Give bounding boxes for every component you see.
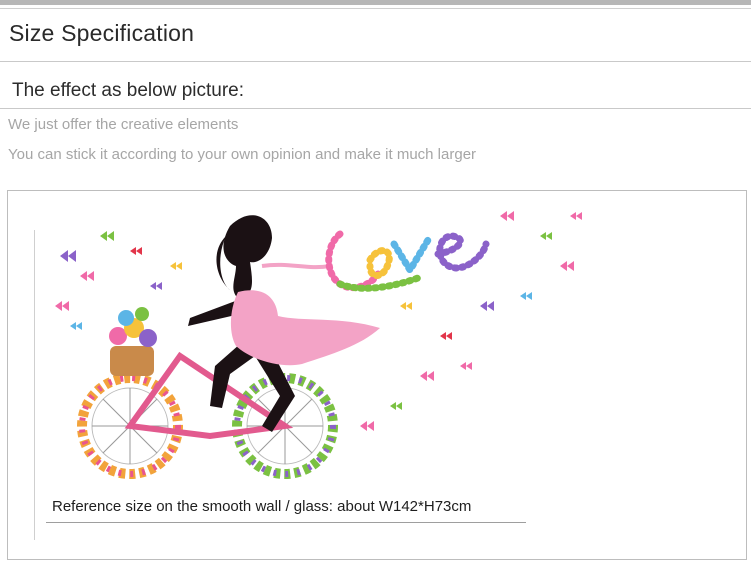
note-text: You can stick it according to your own o… [8,146,477,163]
note-text: We just offer the creative elements [8,116,239,133]
top-border-thin [0,8,751,9]
divider [0,61,751,62]
divider [0,108,751,109]
scarf [261,262,331,270]
page-title: Size Specification [9,20,195,46]
reference-size-caption: Reference size on the smooth wall / glas… [52,498,472,515]
vertical-guide-line [34,230,35,540]
pink-dress [230,290,380,366]
wall-sticker-illustration [55,211,582,479]
section-subtitle: The effect as below picture: [12,80,244,101]
caption-underline [46,522,526,523]
love-lettering [325,230,490,292]
flower-basket [109,307,157,376]
top-border [0,0,751,5]
